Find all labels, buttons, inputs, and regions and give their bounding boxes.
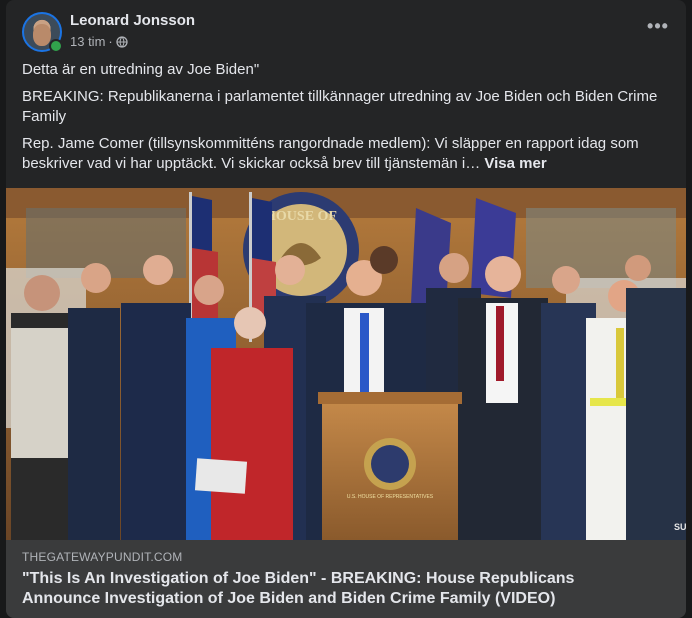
podium-seal-text: U.S. HOUSE OF REPRESENTATIVES — [347, 494, 434, 500]
post-paragraph-2: BREAKING: Republikanerna i parlamentet t… — [22, 88, 658, 125]
press-conference-image: HOUSE OF U.S. HOUSE OF REPRESENTATIVES S… — [6, 188, 686, 540]
seal-text: HOUSE OF — [265, 209, 337, 224]
meta-separator: · — [108, 34, 113, 49]
post-paragraph-3: Rep. Jame Comer (tillsynskommitténs rang… — [22, 134, 670, 174]
avatar-face — [33, 24, 51, 46]
post-video-thumbnail[interactable]: HOUSE OF U.S. HOUSE OF REPRESENTATIVES S… — [6, 188, 686, 540]
link-domain: THEGATEWAYPUNDIT.COM — [22, 550, 183, 564]
link-title[interactable]: "This Is An Investigation of Joe Biden" … — [22, 569, 646, 609]
post-text: Detta är en utredning av Joe Biden" BREA… — [22, 60, 670, 181]
post-card: Leonard Jonsson 13 tim · ••• Detta är en… — [6, 0, 686, 618]
see-more-link[interactable]: Visa mer — [484, 155, 546, 172]
post-header: Leonard Jonsson 13 tim · ••• — [22, 12, 670, 53]
avatar-container[interactable] — [22, 12, 63, 53]
link-preview[interactable]: THEGATEWAYPUNDIT.COM "This Is An Investi… — [6, 540, 686, 618]
post-timestamp[interactable]: 13 tim — [70, 34, 105, 49]
more-options-button[interactable]: ••• — [640, 16, 676, 44]
post-paragraph-1: Detta är en utredning av Joe Biden" — [22, 61, 260, 78]
author-name[interactable]: Leonard Jonsson — [70, 12, 195, 29]
post-meta: 13 tim · — [70, 34, 128, 49]
online-status-icon — [49, 39, 63, 53]
globe-icon — [116, 35, 128, 48]
corner-watermark-text: SU — [674, 522, 686, 532]
